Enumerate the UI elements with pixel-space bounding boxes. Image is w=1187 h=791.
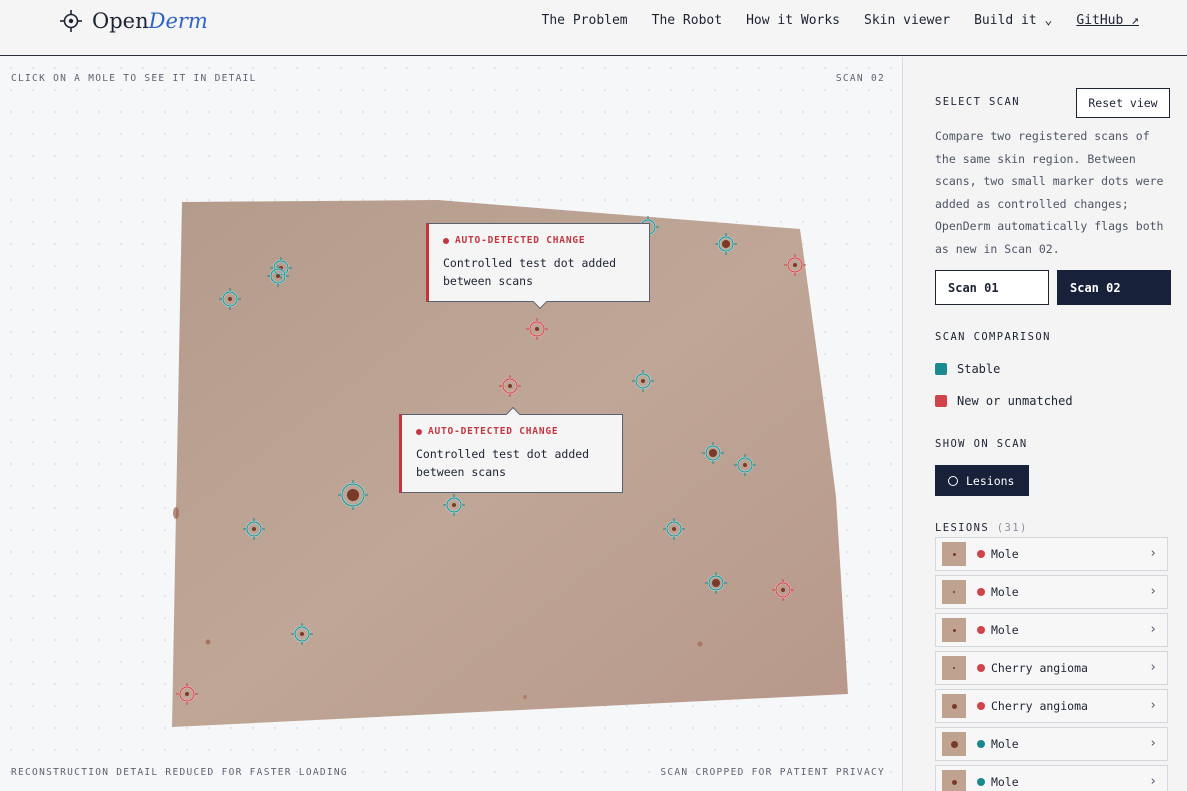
new-lesion-marker[interactable] [784, 254, 806, 276]
scan-description: Compare two registered scans of the same… [935, 129, 1164, 256]
lesion-list-item[interactable]: Mole › [935, 727, 1168, 761]
lesion-label: Cherry angioma [991, 661, 1088, 675]
lesion-status-dot-icon [977, 626, 985, 634]
chevron-right-icon: › [1149, 736, 1157, 751]
new-lesion-marker[interactable] [499, 375, 521, 397]
lesion-thumbnail [942, 732, 966, 756]
nav-the-robot[interactable]: The Robot [652, 13, 722, 28]
stable-lesion-marker[interactable] [219, 288, 241, 310]
select-scan-heading: SELECT SCAN [935, 96, 1020, 108]
stable-lesion-marker[interactable] [443, 494, 465, 516]
scan-comparison-heading: SCAN COMPARISON [935, 331, 1051, 343]
scan-01-button[interactable]: Scan 01 [935, 270, 1049, 305]
lesion-list-item[interactable]: Mole › [935, 575, 1168, 609]
lesions-count: (31) [996, 522, 1028, 534]
new-lesion-marker[interactable] [772, 579, 794, 601]
nav-the-problem[interactable]: The Problem [542, 13, 628, 28]
lesion-list: Mole › Mole › Mole › Cherry angioma › Ch… [935, 537, 1168, 791]
nav-skin-viewer[interactable]: Skin viewer [864, 13, 950, 28]
tooltip-body: Controlled test dot added between scans [416, 447, 590, 479]
stable-lesion-marker[interactable] [267, 265, 289, 287]
skin-viewer: CLICK ON A MOLE TO SEE IT IN DETAIL SCAN… [0, 57, 903, 791]
lesion-list-item[interactable]: Cherry angioma › [935, 689, 1168, 723]
lesions-toggle-label: Lesions [966, 473, 1015, 488]
lesions-heading-label: LESIONS [935, 522, 990, 534]
lesion-status-dot-icon [977, 588, 985, 596]
tooltip-header: AUTO-DETECTED CHANGE [443, 235, 635, 246]
chevron-right-icon: › [1149, 660, 1157, 675]
logo[interactable]: OpenDerm [60, 9, 208, 33]
legend-new: New or unmatched [935, 394, 1073, 408]
chevron-right-icon: › [1149, 584, 1157, 599]
legend-stable: Stable [935, 362, 1000, 376]
lesions-toggle-button[interactable]: Lesions [935, 465, 1029, 496]
show-on-scan-heading: SHOW ON SCAN [935, 438, 1028, 450]
legend-stable-label: Stable [957, 362, 1001, 376]
logo-text: OpenDerm [92, 9, 208, 33]
lesion-status-dot-icon [977, 550, 985, 558]
lesion-thumbnail [942, 656, 966, 680]
new-lesion-marker[interactable] [176, 683, 198, 705]
stable-lesion-marker[interactable] [734, 454, 756, 476]
circle-icon [948, 475, 958, 486]
chevron-right-icon: › [1149, 622, 1157, 637]
stable-lesion-marker[interactable] [705, 572, 727, 594]
lesions-heading: LESIONS (31) [935, 522, 1028, 534]
change-tooltip-1: AUTO-DETECTED CHANGE Controlled test dot… [426, 223, 650, 310]
legend-new-label: New or unmatched [957, 394, 1073, 408]
alert-dot-icon [416, 428, 422, 435]
lesion-status-dot-icon [977, 702, 985, 710]
lesion-status-dot-icon [977, 664, 985, 672]
lesion-label: Mole [991, 547, 1019, 561]
stable-lesion-marker[interactable] [243, 518, 265, 540]
tooltip-body: Controlled test dot added between scans [443, 256, 617, 288]
scan-02-button[interactable]: Scan 02 [1057, 270, 1171, 305]
tooltip-title: AUTO-DETECTED CHANGE [428, 426, 559, 437]
stable-lesion-marker[interactable] [702, 442, 724, 464]
chevron-right-icon: › [1149, 698, 1157, 713]
alert-dot-icon [443, 237, 449, 244]
lesion-label: Mole [991, 623, 1019, 637]
top-navbar: OpenDerm The Problem The Robot How it Wo… [0, 0, 1187, 56]
lesion-thumbnail [942, 580, 966, 604]
lesion-list-item[interactable]: Cherry angioma › [935, 651, 1168, 685]
nav-github-link[interactable]: GitHub ↗ [1076, 13, 1139, 28]
lesion-status-dot-icon [977, 740, 985, 748]
lesion-status-dot-icon [977, 778, 985, 786]
tooltip-title: AUTO-DETECTED CHANGE [455, 235, 586, 246]
lesion-thumbnail [942, 770, 966, 791]
lesion-thumbnail [942, 694, 966, 718]
chevron-right-icon: › [1149, 546, 1157, 561]
lesion-thumbnail [942, 618, 966, 642]
lesion-label: Cherry angioma [991, 699, 1088, 713]
lesion-list-item[interactable]: Mole › [935, 613, 1168, 647]
reset-view-button[interactable]: Reset view [1076, 88, 1170, 118]
stable-lesion-marker[interactable] [338, 480, 368, 510]
new-swatch-icon [935, 395, 947, 407]
stable-lesion-marker[interactable] [291, 623, 313, 645]
lesion-label: Mole [991, 775, 1019, 789]
lesion-list-item[interactable]: Mole › [935, 765, 1168, 791]
logo-accent: Derm [148, 9, 208, 33]
tooltip-header: AUTO-DETECTED CHANGE [416, 426, 608, 437]
control-sidebar: SELECT SCAN Reset view Compare two regis… [904, 57, 1187, 791]
crosshair-logo-icon [60, 10, 82, 32]
nav-how-it-works[interactable]: How it Works [746, 13, 840, 28]
lesion-label: Mole [991, 737, 1019, 751]
logo-prefix: Open [92, 9, 149, 33]
new-lesion-marker[interactable] [526, 318, 548, 340]
stable-swatch-icon [935, 363, 947, 375]
nav-build-it-dropdown[interactable]: Build it ⌄ [974, 13, 1052, 28]
stable-lesion-marker[interactable] [663, 518, 685, 540]
stable-lesion-marker[interactable] [715, 233, 737, 255]
chevron-right-icon: › [1149, 774, 1157, 789]
lesion-list-item[interactable]: Mole › [935, 537, 1168, 571]
lesion-thumbnail [942, 542, 966, 566]
change-tooltip-2: AUTO-DETECTED CHANGE Controlled test dot… [399, 406, 623, 493]
lesion-label: Mole [991, 585, 1019, 599]
main-nav: The Problem The Robot How it Works Skin … [542, 13, 1139, 28]
stable-lesion-marker[interactable] [632, 370, 654, 392]
